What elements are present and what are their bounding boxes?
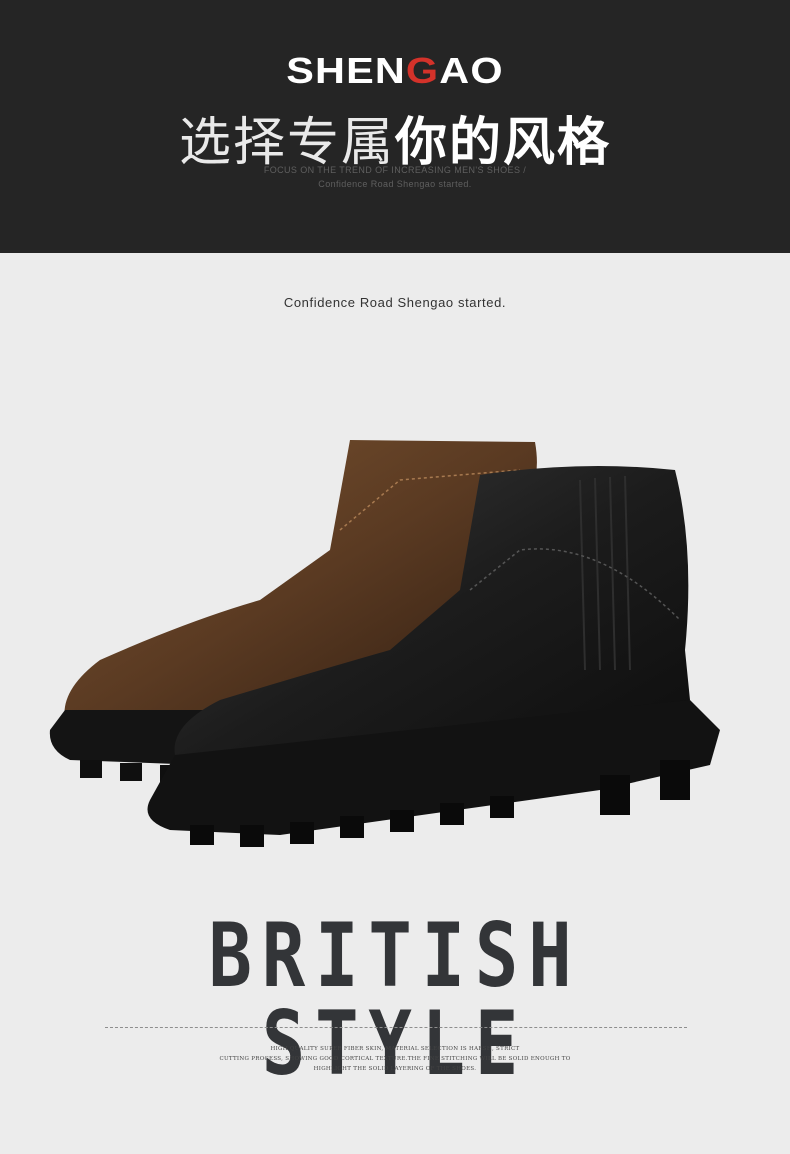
headline-bold: 你的风格: [395, 113, 612, 173]
headline-thin: 选择专属: [178, 113, 395, 173]
section-tagline: Confidence Road Shengao started.: [283, 295, 507, 310]
desc-line-2: cutting process, showing good cortical t…: [219, 1056, 571, 1062]
desc-line-1: high quality super fiber skin, material …: [270, 1046, 520, 1052]
header-subline-2: Confidence Road Shengao started.: [318, 179, 472, 189]
header-subline-1: FOCUS ON THE TREND OF INCREASING MEN'S S…: [263, 165, 527, 175]
desc-line-3: highlight the solid layering of the shoe…: [313, 1066, 477, 1072]
brand-logo: SHENGAO: [286, 50, 504, 91]
divider: [105, 1027, 687, 1028]
header-band: SHENGAO 选择专属你的风格 FOCUS ON THE TREND OF I…: [0, 0, 790, 253]
headline: 选择专属你的风格: [0, 100, 790, 175]
product-image: [49, 440, 720, 847]
